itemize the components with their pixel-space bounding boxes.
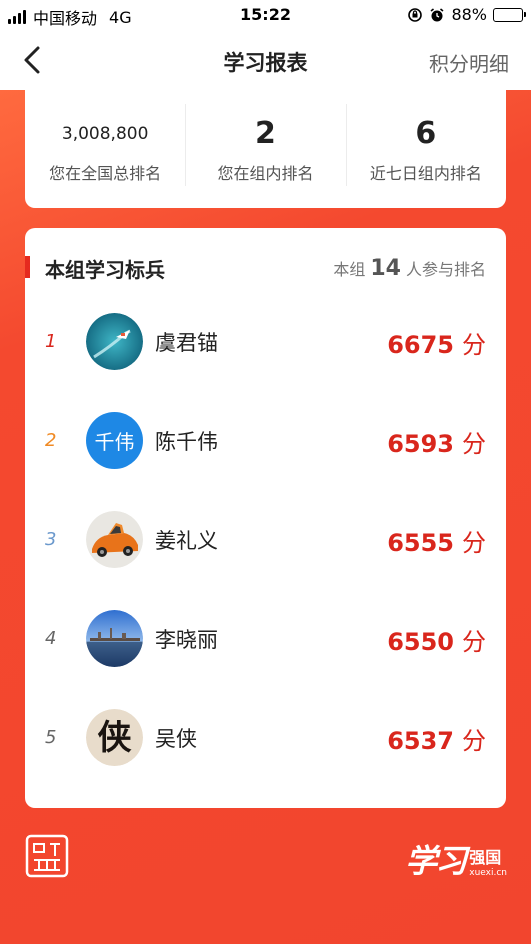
rank-number: 3: [45, 529, 57, 550]
group-rank-label: 您在组内排名: [217, 164, 314, 183]
calligraphy-avatar: 侠: [86, 709, 143, 766]
status-bar: 中国移动 4G 15:22 88%: [0, 0, 531, 30]
score-unit: 分: [462, 331, 486, 359]
member-score: 6550 分: [387, 622, 486, 657]
ranking-card: 本组学习标兵 本组 14 人参与排名 1 虞君锚 6675 分 2 千伟 陈千伟 …: [25, 228, 506, 808]
weekly-rank-value: 6: [415, 116, 437, 151]
score-value: 6675: [387, 331, 454, 359]
brand-text: 强国 xuexi.cn: [469, 844, 507, 878]
brand-logo: 学习 强国 xuexi.cn: [405, 836, 507, 882]
score-value: 6555: [387, 529, 454, 557]
participants-suffix: 人参与排名: [405, 260, 486, 279]
member-name: 李晓丽: [155, 628, 218, 652]
score-unit: 分: [462, 529, 486, 557]
participants-prefix: 本组: [333, 260, 366, 279]
status-right: 88%: [407, 5, 526, 24]
ranking-title: 本组学习标兵: [45, 258, 165, 282]
rotation-lock-icon: [408, 7, 423, 22]
weekly-rank-label: 近七日组内排名: [369, 164, 482, 183]
member-score: 6537 分: [387, 721, 486, 756]
score-value: 6593: [387, 430, 454, 458]
ranking-row[interactable]: 5 侠 吴侠 6537 分: [25, 709, 506, 769]
rank-number: 1: [45, 331, 57, 352]
member-name: 吴侠: [155, 727, 197, 751]
member-name: 陈千伟: [155, 430, 218, 454]
member-name: 姜礼义: [155, 529, 218, 553]
member-score: 6675 分: [387, 325, 486, 360]
score-unit: 分: [462, 430, 486, 458]
national-rank-value: 3,008,800: [61, 124, 149, 144]
battery-icon: [493, 7, 526, 22]
group-rank-stat: 2 您在组内排名: [185, 90, 345, 208]
battery-percent: 88%: [451, 5, 487, 24]
national-rank-label: 您在全国总排名: [49, 164, 162, 183]
brand-script: 学习: [405, 842, 467, 880]
brand-domain: xuexi.cn: [469, 868, 507, 878]
member-score: 6593 分: [387, 424, 486, 459]
brand-name: 强国: [469, 848, 502, 867]
ranking-participants: 本组 14 人参与排名: [333, 256, 486, 281]
rank-number: 4: [45, 628, 57, 649]
calligraphy-glyph: 侠: [98, 718, 133, 758]
ranking-header: 本组学习标兵 本组 14 人参与排名: [25, 252, 506, 282]
stats-card: 3,008,800 您在全国总排名 2 您在组内排名 6 近七日组内排名: [25, 90, 506, 208]
ranking-row[interactable]: 1 虞君锚 6675 分: [25, 313, 506, 373]
boat-avatar: [86, 313, 143, 370]
group-rank-value: 2: [255, 116, 276, 151]
rank-number: 5: [45, 727, 57, 748]
nav-bar: 学习报表 积分明细: [0, 30, 531, 90]
score-value: 6537: [387, 727, 454, 755]
score-unit: 分: [462, 628, 486, 656]
national-rank-stat: 3,008,800 您在全国总排名: [25, 90, 185, 208]
lake-avatar: [86, 610, 143, 667]
seal-icon: [25, 834, 69, 878]
member-score: 6555 分: [387, 523, 486, 558]
participants-count: 14: [370, 256, 401, 281]
weekly-rank-stat: 6 近七日组内排名: [345, 90, 506, 208]
score-unit: 分: [462, 727, 486, 755]
points-detail-link[interactable]: 积分明细: [429, 48, 509, 77]
ranking-row[interactable]: 3 姜礼义 6555 分: [25, 511, 506, 571]
rank-number: 2: [45, 430, 57, 451]
car-avatar: [86, 511, 143, 568]
ranking-row[interactable]: 2 千伟 陈千伟 6593 分: [25, 412, 506, 472]
member-name: 虞君锚: [155, 331, 218, 355]
score-value: 6550: [387, 628, 454, 656]
text-avatar: 千伟: [86, 412, 143, 469]
alarm-icon: [430, 7, 444, 21]
ranking-row[interactable]: 4 李晓丽 6550 分: [25, 610, 506, 670]
ranking-accent-bar: [25, 256, 30, 278]
